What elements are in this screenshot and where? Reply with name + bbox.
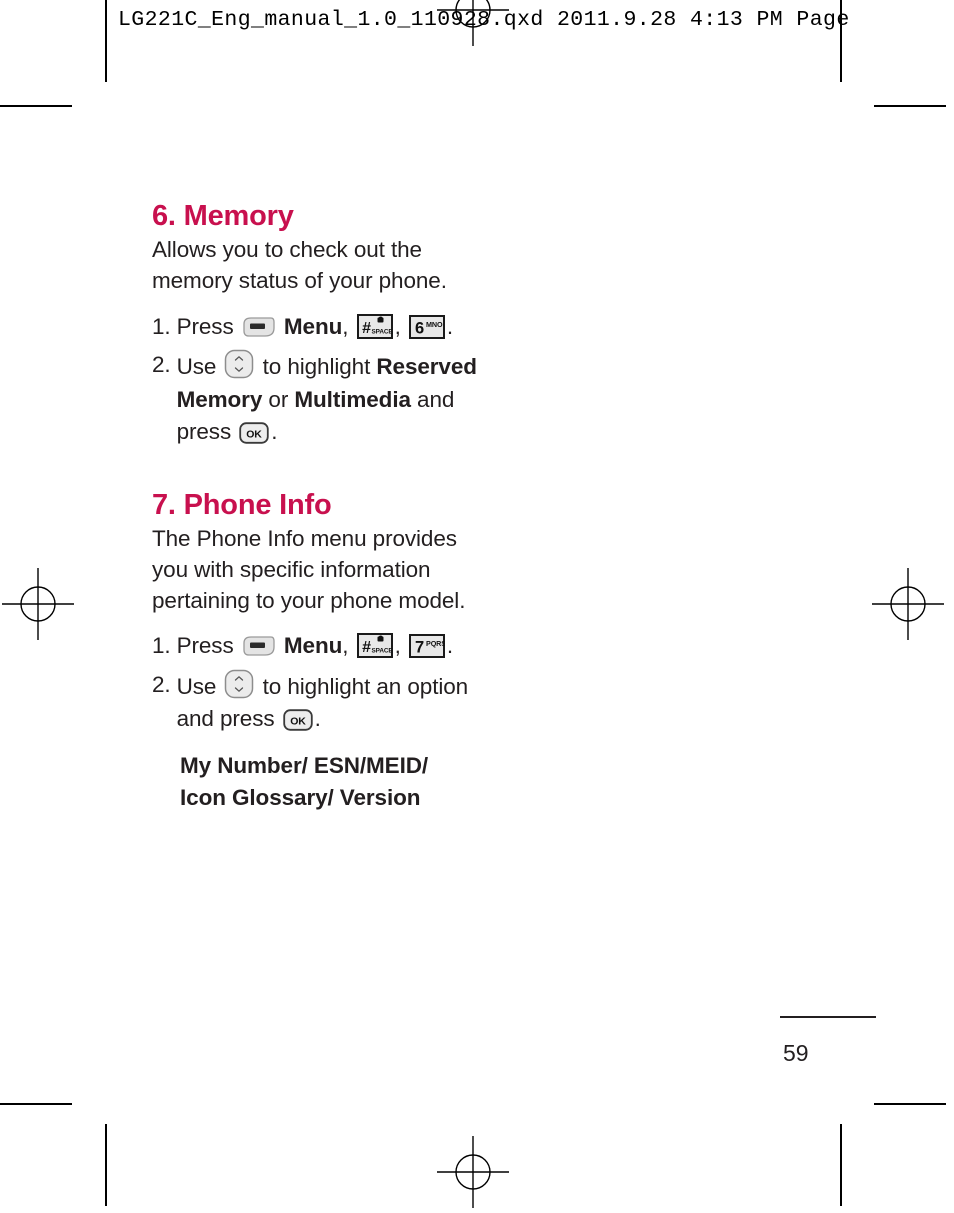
step-fragment: or: [262, 386, 295, 412]
step-emphasis: Menu: [277, 313, 343, 339]
instruction-step: 2. Use to highlight Reserved Memory or Mu…: [152, 349, 482, 449]
svg-text:MNO: MNO: [426, 320, 443, 329]
ok-key-icon: OK: [239, 422, 269, 445]
crop-mark-bottom-left: [0, 1103, 72, 1105]
crop-mark-bottom-right: [874, 1103, 946, 1105]
step-fragment: .: [314, 706, 321, 732]
step-number: 1.: [152, 313, 171, 339]
svg-text:7: 7: [415, 639, 424, 657]
step-fragment: .: [271, 419, 278, 445]
registration-mark-top: [437, 0, 509, 46]
svg-text:SPACE: SPACE: [371, 648, 393, 655]
registration-mark-bottom: [437, 1136, 509, 1208]
svg-text:#: #: [362, 639, 371, 656]
svg-text:#: #: [362, 320, 371, 337]
crop-mark-top-right: [874, 105, 946, 107]
trim-line-bottom-right: [840, 1124, 842, 1206]
instruction-step: 1. Press Menu, # SPACE, 7 PQRS.: [152, 630, 482, 663]
menu-option-line: Icon Glossary/ Version: [180, 784, 421, 810]
step-text: Use to highlight an option and press OK.: [177, 669, 482, 736]
seven-pqrs-key-icon: 7 PQRS: [408, 634, 445, 659]
instruction-step: 1. Press Menu, # SPACE, 6 MNO.: [152, 311, 482, 344]
registration-mark-left: [2, 568, 74, 640]
section-intro: Allows you to check out the memory statu…: [152, 237, 447, 293]
section-title: 7. Phone Info: [152, 489, 332, 522]
step-fragment: ,: [394, 313, 407, 339]
footer-rule: [780, 1016, 876, 1018]
step-fragment: .: [446, 633, 454, 659]
step-text: Press Menu, # SPACE, 6 MNO.: [177, 311, 482, 344]
step-number: 1.: [152, 633, 171, 659]
trim-line-top-left: [105, 0, 107, 82]
svg-text:OK: OK: [290, 716, 306, 728]
step-fragment: Use: [176, 673, 223, 699]
step-fragment: .: [446, 313, 454, 339]
trim-line-bottom-left: [105, 1124, 107, 1206]
step-number: 2.: [152, 352, 171, 378]
hash-space-key-icon: # SPACE: [356, 633, 393, 659]
step-fragment: to highlight: [256, 354, 377, 380]
section-title: 6. Memory: [152, 200, 294, 232]
step-fragment: ,: [342, 313, 355, 339]
hash-space-key-icon: # SPACE: [356, 313, 393, 339]
step-text: Use to highlight Reserved Memory or Mult…: [177, 349, 482, 449]
step-fragment: ,: [394, 633, 407, 659]
svg-text:SPACE: SPACE: [371, 328, 393, 335]
svg-text:6: 6: [415, 319, 424, 337]
menu-option-line: My Number/ ESN/MEID/: [180, 753, 429, 779]
step-fragment: Press: [176, 313, 240, 339]
step-emphasis: Multimedia: [294, 386, 411, 412]
step-text: Press Menu, # SPACE, 7 PQRS.: [177, 630, 482, 663]
navigation-key-icon: [224, 669, 254, 699]
svg-text:OK: OK: [246, 429, 262, 441]
trim-line-top-right: [840, 0, 842, 82]
navigation-key-icon: [224, 349, 254, 379]
instruction-step: 2. Use to highlight an option and press O…: [152, 669, 482, 736]
step-emphasis: Menu: [277, 633, 343, 659]
step-fragment: Press: [176, 633, 240, 659]
step-number: 2.: [152, 671, 171, 697]
crop-mark-top-left: [0, 105, 72, 107]
manual-page-content: 6. Memory Allows you to check out the mem…: [152, 200, 482, 813]
svg-text:PQRS: PQRS: [426, 639, 445, 648]
six-mno-key-icon: 6 MNO: [408, 314, 445, 339]
registration-mark-right: [872, 568, 944, 640]
step-fragment: ,: [342, 633, 355, 659]
menu-soft-key-icon: [242, 634, 276, 658]
menu-soft-key-icon: [242, 315, 276, 339]
page-number: 59: [783, 1040, 809, 1066]
menu-options-list: My Number/ ESN/MEID/Icon Glossary/ Versi…: [180, 750, 482, 813]
section-intro: The Phone Info menu provides you with sp…: [152, 526, 466, 613]
step-fragment: Use: [176, 354, 223, 380]
ok-key-icon: OK: [282, 709, 313, 732]
